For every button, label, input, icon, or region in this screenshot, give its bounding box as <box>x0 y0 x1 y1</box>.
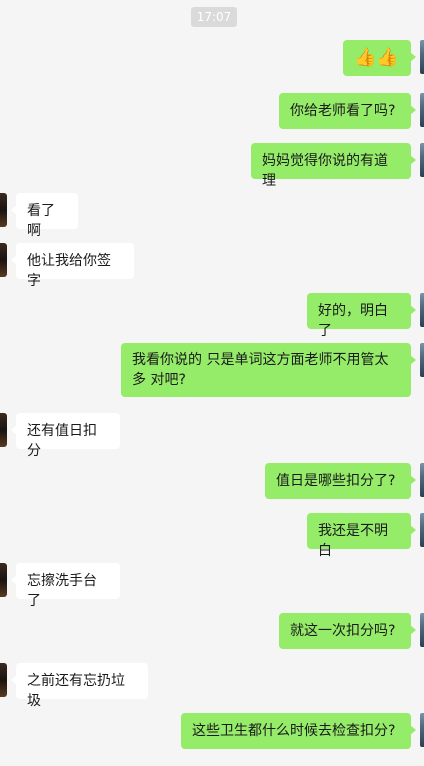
timestamp: 17:07 <box>191 7 237 27</box>
contact-avatar[interactable] <box>0 243 7 277</box>
my-avatar[interactable] <box>420 343 424 377</box>
incoming-message[interactable]: 他让我给你签字 <box>11 243 134 289</box>
outgoing-message[interactable]: 这些卫生都什么时候去检查扣分? <box>181 713 416 749</box>
my-avatar[interactable] <box>420 93 424 127</box>
incoming-message[interactable]: 看了啊 <box>11 193 78 239</box>
outgoing-message[interactable]: 好的，明白了 <box>307 293 416 339</box>
my-avatar[interactable] <box>420 513 424 547</box>
outgoing-message[interactable]: 值日是哪些扣分了? <box>265 463 416 499</box>
outgoing-message[interactable]: 我还是不明白 <box>307 513 416 559</box>
my-avatar[interactable] <box>420 143 424 177</box>
outgoing-message[interactable]: 就这一次扣分吗? <box>279 613 416 649</box>
outgoing-message[interactable]: 我看你说的 只是单词这方面老师不用管太多 对吧? <box>121 343 416 397</box>
incoming-message[interactable]: 还有值日扣分 <box>11 413 120 459</box>
my-avatar[interactable] <box>420 293 424 327</box>
outgoing-message[interactable]: 你给老师看了吗? <box>279 93 416 129</box>
incoming-message[interactable]: 之前还有忘扔垃圾 <box>11 663 148 709</box>
contact-avatar[interactable] <box>0 413 7 447</box>
my-avatar[interactable] <box>420 713 424 747</box>
contact-avatar[interactable] <box>0 663 7 697</box>
my-avatar[interactable] <box>420 463 424 497</box>
incoming-message[interactable]: 忘擦洗手台了 <box>11 563 120 609</box>
outgoing-message[interactable]: 👍👍 <box>343 40 416 76</box>
contact-avatar[interactable] <box>0 563 7 597</box>
contact-avatar[interactable] <box>0 193 7 227</box>
my-avatar[interactable] <box>420 40 424 74</box>
my-avatar[interactable] <box>420 613 424 647</box>
outgoing-message[interactable]: 妈妈觉得你说的有道理 <box>251 143 416 189</box>
